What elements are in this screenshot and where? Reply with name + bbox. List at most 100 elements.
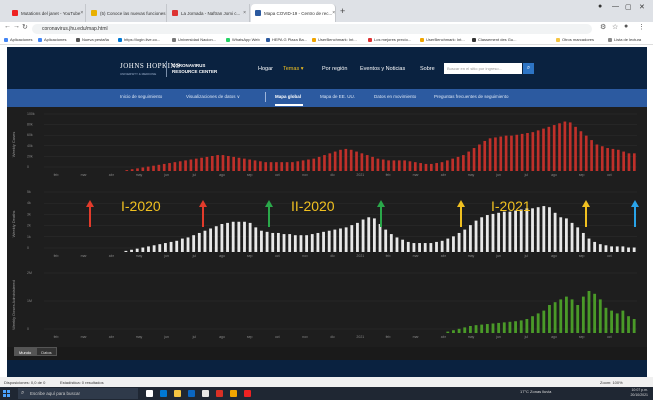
store-icon[interactable] [188, 390, 195, 397]
world-view-button[interactable]: Mundo [14, 347, 37, 356]
nav-by-region[interactable]: Por región [322, 66, 347, 72]
bookmark-item[interactable]: Classement des Gu... [472, 37, 516, 42]
y-tick-label: 80k [27, 123, 33, 127]
chart-bar [604, 307, 608, 333]
chart-bar [175, 240, 179, 252]
search-icon[interactable]: ⌕ [523, 63, 534, 74]
nav-about[interactable]: Sobre [420, 66, 435, 72]
bookmarks-bar: Aplicaciones Aplicaciones Nueva pestaña … [0, 35, 653, 45]
subnav-tracking-home[interactable]: Inicio de seguimiento [120, 94, 162, 99]
close-tab-icon[interactable]: × [166, 10, 167, 16]
nav-events-news[interactable]: Eventos y Noticias [360, 66, 405, 72]
chart-bar [491, 323, 495, 333]
windows-start-icon[interactable] [3, 390, 10, 397]
x-tick-label: may [468, 173, 475, 177]
chart-bar [536, 130, 540, 171]
app-icon[interactable] [244, 390, 251, 397]
star-icon[interactable]: ☆ [612, 23, 618, 31]
subnav-us-map[interactable]: Mapa de EE. UU. [320, 94, 355, 99]
forward-icon[interactable]: → [13, 23, 20, 30]
chart-bar [210, 155, 214, 171]
data-view-button[interactable]: Datos [36, 347, 57, 356]
browser-tab[interactable]: La Jornada - Naftran Jomi c... × [168, 4, 250, 22]
menu-icon[interactable]: ⋮ [638, 23, 645, 31]
zoom-level[interactable]: Zoom: 100% [600, 380, 623, 385]
subnav-data-in-motion[interactable]: Datos en movimiento [374, 94, 416, 99]
app-icon[interactable] [216, 390, 223, 397]
chart-bar [564, 296, 568, 333]
chart-bar [502, 322, 506, 333]
bookmark-item[interactable]: WhatsApp Web [226, 37, 260, 42]
bookmark-folder[interactable]: Otros marcadores [556, 37, 594, 42]
minimize-icon[interactable]: — [612, 3, 619, 10]
bookmark-item[interactable]: UserBenchmark: Int... [312, 37, 357, 42]
x-tick-label: abr [109, 173, 115, 177]
taskbar-clock[interactable]: 10:07 p.m. 20/10/2021 [620, 388, 648, 398]
bookmark-item[interactable]: Aplicaciones [4, 37, 32, 42]
site-footer [7, 360, 647, 377]
arrow-head-icon [457, 200, 465, 207]
subnav-data-visualizations[interactable]: Visualizaciones de datos ∨ [186, 94, 240, 100]
chart-bar [164, 243, 167, 252]
bookmark-item[interactable]: Nueva pestaña [76, 37, 109, 42]
weather-widget[interactable]: 17°C Zonas lluvia [520, 389, 551, 394]
subnav-tracking-faq[interactable]: Preguntas frecuentes de seguimiento [434, 94, 509, 99]
chart-bar [452, 330, 455, 333]
bookmark-item[interactable]: Los mejores precio... [368, 37, 411, 42]
close-tab-icon[interactable]: × [80, 10, 83, 16]
x-tick-label: mar [81, 254, 88, 258]
x-tick-label: sep [247, 173, 253, 177]
new-tab-button[interactable]: + [340, 6, 345, 16]
chart-bar [146, 166, 150, 171]
site-search-input[interactable]: Buscar en el sitio por ingreso... [444, 63, 522, 74]
close-tab-icon[interactable]: × [332, 10, 335, 16]
nav-topics[interactable]: Temas ▾ [283, 66, 304, 72]
chart-bar [333, 229, 337, 252]
y-tick-label: 4k [27, 201, 31, 205]
back-icon[interactable]: ← [4, 23, 11, 30]
y-axis-label: Weekly Cases [11, 132, 16, 158]
browser-tab[interactable]: Mutations del janet - YouTube × [8, 4, 86, 22]
bookmark-item[interactable]: Universidad Nacion... [172, 37, 216, 42]
browser-tab-active[interactable]: Mapa COVID-19 - Centro de rec... × [251, 4, 336, 22]
x-tick-label: may [136, 173, 143, 177]
reload-icon[interactable]: ↻ [22, 23, 28, 31]
task-view-icon[interactable] [146, 390, 153, 397]
arrow-head-icon [377, 200, 385, 207]
nav-home[interactable]: Hogar [258, 66, 273, 72]
file-explorer-icon[interactable] [174, 390, 181, 397]
chart-bar [248, 159, 252, 171]
chart-bar [467, 151, 471, 171]
address-bar[interactable]: coronavirus.jhu.edu/map.html [32, 24, 592, 34]
reading-list[interactable]: Lista de lectura [608, 37, 641, 42]
chart-bar [610, 310, 613, 333]
x-tick-label: sep [247, 254, 253, 258]
chart-bar [456, 156, 460, 171]
bookmark-item[interactable]: Aplicaciones [38, 37, 66, 42]
chart-bar [419, 163, 422, 171]
bookmark-item[interactable]: UserBenchmark: Int... [420, 37, 465, 42]
edge-icon[interactable] [160, 390, 167, 397]
close-window-icon[interactable]: ✕ [639, 3, 645, 11]
subnav-global-map[interactable]: Mapa global [275, 94, 301, 99]
chart-bar [504, 135, 508, 171]
browser-tab[interactable]: (5) Conoce las nuevas funciones× [87, 4, 167, 22]
extensions-icon[interactable]: ⚙ [600, 23, 606, 31]
x-tick-label: dic [330, 254, 335, 258]
bookmark-item[interactable]: HEPA G Plaza Ba... [266, 37, 307, 42]
x-tick-label: abr [441, 254, 447, 258]
resource-center-title[interactable]: CORONAVIRUS RESOURCE CENTER [172, 63, 232, 75]
maximize-icon[interactable]: ▢ [625, 3, 632, 11]
chart-bar [474, 325, 478, 333]
mail-icon[interactable] [202, 390, 209, 397]
close-tab-icon[interactable]: × [243, 10, 246, 16]
bookmark-item[interactable]: https://login.live.co... [118, 37, 160, 42]
taskbar-search[interactable]: Escribe aquí para buscar [18, 388, 138, 399]
x-tick-label: sep [579, 173, 585, 177]
x-tick-label: ago [551, 254, 557, 258]
chrome-icon[interactable] [230, 390, 237, 397]
x-tick-label: may [468, 254, 475, 258]
y-tick-label: 5k [27, 190, 31, 194]
profile-icon[interactable]: ● [598, 3, 602, 10]
account-icon[interactable]: ● [624, 23, 628, 30]
